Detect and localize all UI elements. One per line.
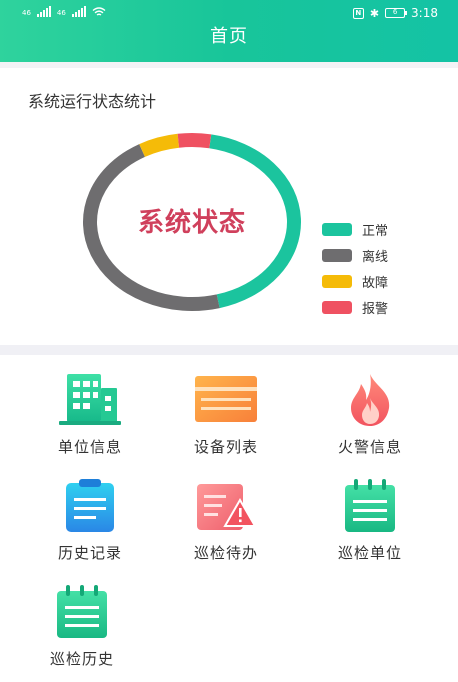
menu-label: 巡检待办 xyxy=(193,544,258,562)
nfc-icon: N xyxy=(352,7,364,19)
battery-level: 6 xyxy=(392,8,398,16)
menu-label: 巡检单位 xyxy=(337,544,402,562)
donut-slice-4 xyxy=(177,133,212,149)
list-icon xyxy=(191,372,261,428)
menu-label: 火警信息 xyxy=(337,438,402,456)
wifi-icon xyxy=(92,7,106,16)
clipboard-icon xyxy=(55,478,125,534)
status-donut-chart: 系统状态 xyxy=(82,132,302,312)
network-tag-1: 46 xyxy=(22,9,31,17)
legend-swatch xyxy=(322,274,352,288)
legend-item: 正常 xyxy=(322,216,388,242)
donut-center-label: 系统状态 xyxy=(137,208,246,238)
legend-swatch xyxy=(322,248,352,262)
header-bar: 46 46 N ✱ 6 3:18 首页 xyxy=(0,0,458,62)
menu-unit-info[interactable]: 单位信息 xyxy=(30,372,150,457)
menu-label: 设备列表 xyxy=(193,438,258,456)
chart-legend: 正常 离线 故障 报警 xyxy=(322,216,388,320)
notebook-icon xyxy=(335,478,405,534)
building-icon xyxy=(55,372,125,428)
signal-icon-2 xyxy=(71,6,86,17)
donut-slice-3 xyxy=(139,133,180,157)
bluetooth-icon: ✱ xyxy=(369,6,380,20)
legend-item: 离线 xyxy=(322,242,388,268)
fire-icon xyxy=(335,372,405,428)
menu-inspection-todo[interactable]: 巡检待办 xyxy=(166,478,286,563)
status-right: N ✱ 6 3:18 xyxy=(352,6,438,20)
legend-item: 报警 xyxy=(322,294,388,320)
legend-swatch xyxy=(322,222,352,236)
page-title: 首页 xyxy=(210,26,248,47)
battery-icon: 6 xyxy=(385,8,408,18)
legend-item: 故障 xyxy=(322,268,388,294)
menu-history-record[interactable]: 历史记录 xyxy=(30,478,150,563)
divider-mid xyxy=(0,345,458,355)
notebook-icon xyxy=(47,584,117,640)
legend-label: 离线 xyxy=(362,249,389,265)
menu-label: 巡检历史 xyxy=(49,650,114,668)
legend-label: 报警 xyxy=(362,301,389,317)
menu-inspection-history[interactable]: 巡检历史 xyxy=(22,584,142,669)
todo-warning-icon xyxy=(191,478,261,534)
menu-device-list[interactable]: 设备列表 xyxy=(166,372,286,457)
menu-fire-alarm[interactable]: 火警信息 xyxy=(310,372,430,457)
stats-section-title: 系统运行状态统计 xyxy=(28,92,157,111)
menu-label: 单位信息 xyxy=(57,438,122,456)
signal-icon xyxy=(36,6,51,17)
menu-inspection-unit[interactable]: 巡检单位 xyxy=(310,478,430,563)
legend-label: 故障 xyxy=(362,275,389,291)
network-tag-2: 46 xyxy=(56,9,66,17)
legend-swatch xyxy=(322,300,352,314)
menu-label: 历史记录 xyxy=(57,544,122,562)
status-left: 46 46 xyxy=(22,6,106,17)
divider-top xyxy=(0,62,458,68)
legend-label: 正常 xyxy=(362,223,389,239)
status-time: 3:18 xyxy=(411,6,438,20)
